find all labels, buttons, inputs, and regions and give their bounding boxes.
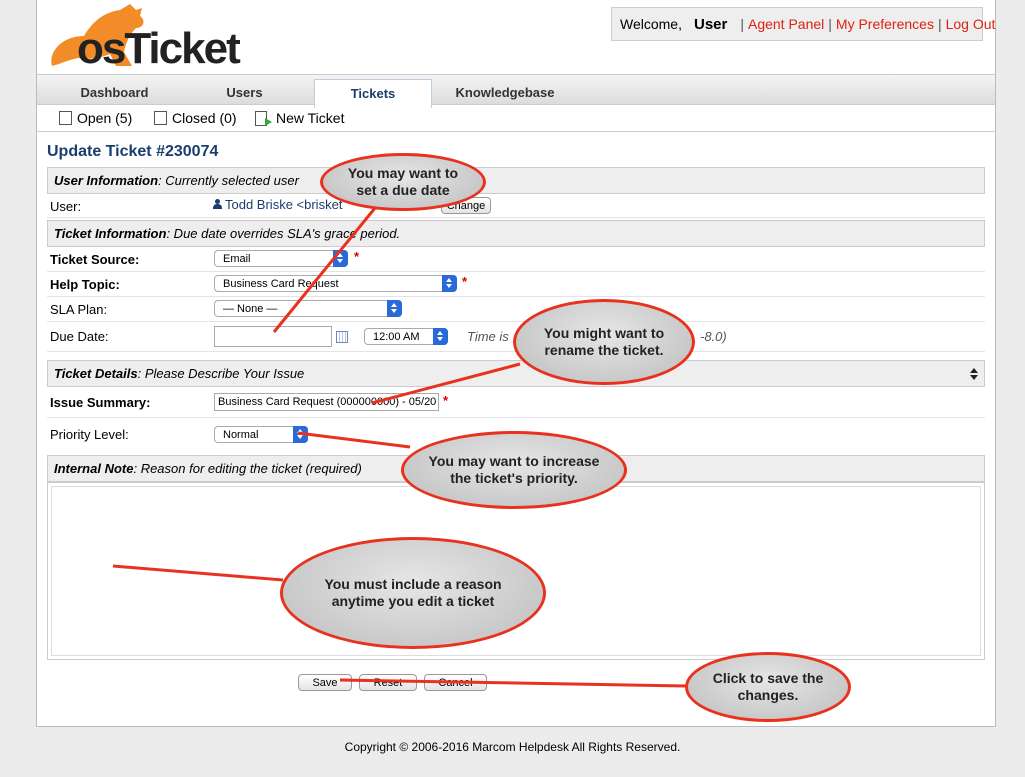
ticket-info-section-header: Ticket Information: Due date overrides S… — [47, 220, 985, 247]
select-arrows-icon — [433, 328, 448, 345]
cancel-button[interactable]: Cancel — [424, 674, 487, 691]
priority-select[interactable]: Normal — [214, 426, 308, 443]
section-desc: : Due date overrides SLA's grace period. — [166, 226, 401, 241]
user-label: User: — [50, 199, 82, 214]
open-tickets-label: Open (5) — [77, 110, 133, 126]
selected-user-link[interactable]: Todd Briske <brisket — [213, 197, 342, 212]
ticket-details-section-header: Ticket Details: Please Describe Your Iss… — [47, 360, 985, 387]
help-topic-select[interactable]: Business Card Request — [214, 275, 457, 292]
user-info-section-header: User Information: Currently selected use… — [47, 167, 985, 194]
sla-plan-label: SLA Plan: — [50, 302, 108, 317]
section-desc: : Reason for editing the ticket (require… — [133, 461, 362, 476]
selected-user-name: Todd Briske <brisket — [225, 197, 343, 212]
closed-tickets-link[interactable]: Closed (0) — [151, 110, 237, 126]
tab-knowledgebase[interactable]: Knowledgebase — [440, 79, 570, 106]
user-icon — [213, 199, 222, 209]
due-time-value: 12:00 AM — [373, 331, 420, 343]
due-date-label: Due Date: — [50, 329, 109, 344]
required-asterisk: * — [462, 274, 468, 289]
select-arrows-icon — [293, 426, 308, 443]
section-title: Internal Note — [54, 461, 134, 476]
issue-summary-input[interactable]: Business Card Request (000000000) - 05/2… — [214, 393, 439, 411]
separator: | — [828, 16, 832, 32]
logo-text: osTicket — [77, 24, 241, 73]
page-title: Update Ticket #230074 — [47, 143, 219, 160]
select-arrows-icon — [333, 250, 348, 267]
main-nav: Dashboard Users Tickets Knowledgebase — [37, 74, 995, 108]
required-asterisk: * — [443, 393, 449, 408]
required-asterisk: * — [354, 249, 360, 264]
sla-plan-select[interactable]: — None — — [214, 300, 402, 317]
issue-summary-label: Issue Summary: — [50, 395, 151, 410]
due-time-select[interactable]: 12:00 AM — [364, 328, 448, 345]
timezone-note-tail: -8.0) — [700, 329, 727, 344]
sub-nav: Open (5) Closed (0) New Ticket — [37, 105, 995, 132]
issue-summary-row: Issue Summary: Business Card Request (00… — [47, 388, 985, 418]
ost-logo[interactable]: osTicket — [44, 2, 264, 73]
section-desc: : Please Describe Your Issue — [137, 366, 305, 381]
section-title: Ticket Details — [54, 366, 138, 381]
collapse-toggle-icon[interactable] — [970, 368, 978, 380]
callout-save: Click to save the changes. — [685, 652, 851, 722]
new-ticket-label: New Ticket — [276, 110, 345, 126]
open-tickets-link[interactable]: Open (5) — [56, 110, 133, 126]
user-row: User: Todd Briske <brisket Change — [47, 194, 985, 218]
section-desc: : Currently selected user — [158, 173, 299, 188]
callout-due-date: You may want to set a due date — [320, 153, 486, 211]
callout-priority: You may want to increase the ticket's pr… — [401, 431, 627, 509]
callout-reason: You must include a reason anytime you ed… — [280, 537, 546, 649]
username: User — [693, 15, 728, 33]
separator: | — [740, 16, 744, 32]
callout-rename: You might want to rename the ticket. — [513, 299, 695, 385]
new-ticket-link[interactable]: New Ticket — [255, 110, 344, 126]
ticket-source-row: Ticket Source: Email * — [47, 247, 985, 272]
ticket-source-value: Email — [223, 253, 251, 265]
due-date-input[interactable] — [214, 326, 332, 347]
my-preferences-link[interactable]: My Preferences — [836, 16, 934, 32]
section-title: Ticket Information — [54, 226, 167, 241]
user-bar: Welcome, User | Agent Panel | My Prefere… — [611, 7, 995, 41]
ticket-source-select[interactable]: Email — [214, 250, 348, 267]
priority-label: Priority Level: — [50, 427, 129, 442]
priority-value: Normal — [223, 429, 259, 441]
ticket-source-label: Ticket Source: — [50, 252, 140, 267]
tab-dashboard[interactable]: Dashboard — [57, 79, 172, 106]
timezone-note: Time is — [467, 329, 509, 344]
section-title: User Information — [54, 173, 159, 188]
tickets-icon — [56, 111, 72, 126]
sla-plan-value: — None — — [223, 303, 278, 315]
select-arrows-icon — [442, 275, 457, 292]
welcome-text: Welcome, — [620, 16, 682, 32]
help-topic-label: Help Topic: — [50, 277, 120, 292]
tickets-icon — [151, 111, 167, 126]
log-out-link[interactable]: Log Out — [946, 16, 996, 32]
agent-panel-link[interactable]: Agent Panel — [748, 16, 824, 32]
calendar-icon[interactable] — [336, 331, 348, 343]
reset-button[interactable]: Reset — [359, 674, 417, 691]
new-ticket-icon — [255, 110, 272, 126]
save-button[interactable]: Save — [298, 674, 352, 691]
separator: | — [937, 16, 942, 32]
tab-tickets[interactable]: Tickets — [314, 79, 432, 108]
help-topic-row: Help Topic: Business Card Request * — [47, 272, 985, 297]
closed-tickets-label: Closed (0) — [172, 110, 237, 126]
sla-plan-row: SLA Plan: — None — — [47, 297, 985, 322]
help-topic-value: Business Card Request — [223, 278, 339, 290]
tab-users[interactable]: Users — [187, 79, 302, 106]
footer-copyright: Copyright © 2006-2016 Marcom Helpdesk Al… — [344, 740, 681, 754]
select-arrows-icon — [387, 300, 402, 317]
